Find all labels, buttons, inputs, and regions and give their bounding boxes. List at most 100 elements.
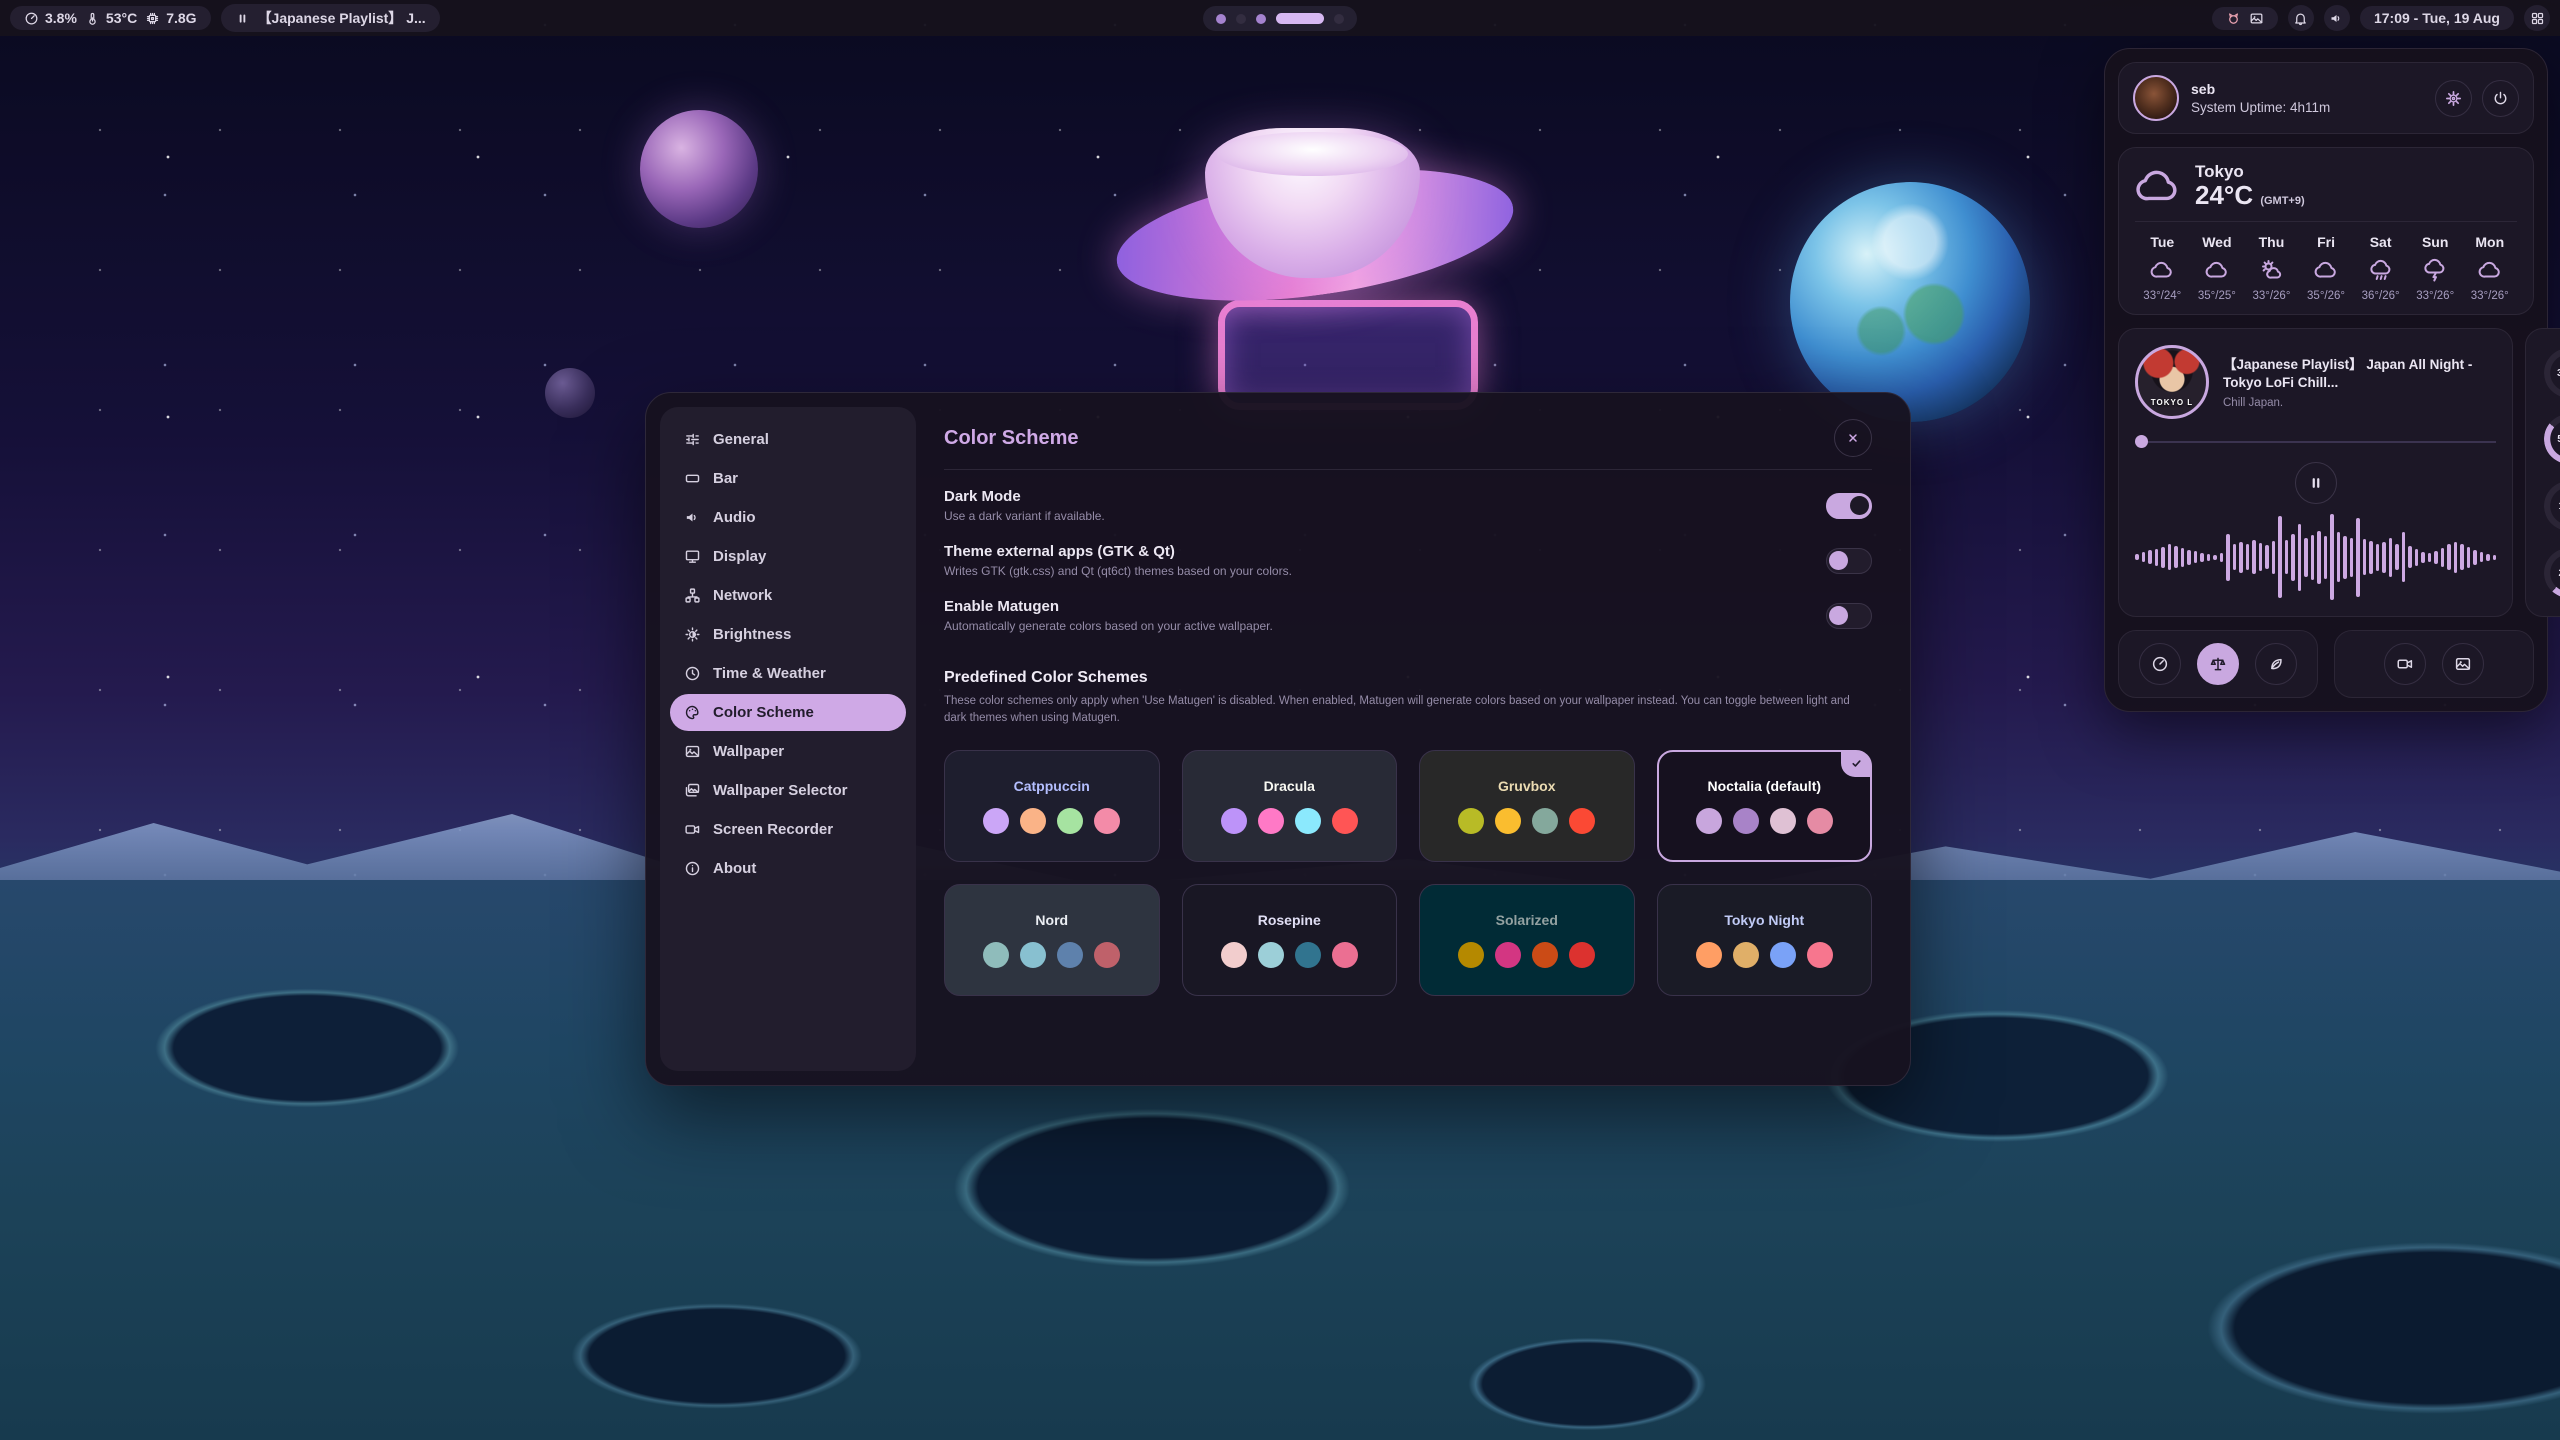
forecast-row: Tue 33°/24° Wed 35°/25° Thu 33°/26° Fri … (2135, 234, 2517, 302)
toggle-switch[interactable] (1826, 548, 1872, 574)
color-swatch (1770, 942, 1796, 968)
notifications-button[interactable] (2288, 5, 2314, 31)
visualizer-bar (2480, 552, 2484, 562)
tray-pill[interactable] (2212, 7, 2278, 30)
quick-button[interactable] (2197, 643, 2239, 685)
sidebar-item[interactable]: Time & Weather (670, 655, 906, 692)
quick-button-icon (2267, 655, 2285, 673)
quick-button[interactable] (2139, 643, 2181, 685)
sidebar-item-icon (684, 665, 701, 682)
sidebar-item[interactable]: About (670, 850, 906, 887)
forecast-temps: 33°/26° (2416, 290, 2454, 302)
close-button[interactable] (1834, 419, 1872, 457)
visualizer-bar (2220, 553, 2224, 562)
progress-handle[interactable] (2135, 435, 2148, 448)
small-moon (545, 368, 595, 418)
workspace-indicator[interactable] (1203, 6, 1357, 31)
scheme-card[interactable]: Rosepine (1182, 884, 1398, 996)
scheme-swatches (1221, 808, 1358, 834)
system-stat: 53°C (85, 10, 137, 26)
scheme-swatches (1221, 942, 1358, 968)
system-stats-pill[interactable]: 3.8% 53°C 7.8G (10, 6, 211, 30)
workspace-dot[interactable] (1256, 14, 1266, 24)
forecast-weather-icon (2478, 258, 2502, 282)
toggle-knob (1829, 551, 1848, 570)
visualizer-bar (2415, 549, 2419, 566)
scheme-card[interactable]: Catppuccin (944, 750, 1160, 862)
header-divider (944, 469, 1872, 470)
color-swatch (1221, 942, 1247, 968)
stat-ring: 14% (2544, 481, 2560, 531)
sidebar-item[interactable]: Network (670, 577, 906, 614)
sidebar-item[interactable]: Wallpaper (670, 733, 906, 770)
workspace-dot[interactable] (1216, 14, 1226, 24)
toggle-switch[interactable] (1826, 603, 1872, 629)
toggle-switch[interactable] (1826, 493, 1872, 519)
workspace-dot[interactable] (1334, 14, 1344, 24)
stat-icon (145, 11, 160, 26)
sidebar-item[interactable]: Audio (670, 499, 906, 536)
app-launcher-button[interactable] (2524, 5, 2550, 31)
color-swatch (1258, 808, 1284, 834)
scheme-card[interactable]: Gruvbox (1419, 750, 1635, 862)
setting-row: Dark Mode Use a dark variant if availabl… (944, 488, 1872, 523)
media-pill[interactable]: 【Japanese Playlist】 J... (221, 4, 440, 32)
workspace-dot[interactable] (1236, 14, 1246, 24)
play-pause-button[interactable] (2295, 462, 2337, 504)
sidebar-item-icon (684, 587, 701, 604)
workspace-dot[interactable] (1276, 13, 1324, 24)
volume-button[interactable] (2324, 5, 2350, 31)
forecast-day: Sun 33°/26° (2408, 234, 2463, 302)
visualizer-bar (2395, 544, 2399, 570)
quick-button[interactable] (2384, 643, 2426, 685)
sidebar-item[interactable]: Wallpaper Selector (670, 772, 906, 809)
color-swatch (1295, 942, 1321, 968)
scheme-name: Noctalia (default) (1707, 778, 1821, 794)
clock-pill[interactable]: 17:09 - Tue, 19 Aug (2360, 6, 2514, 30)
visualizer-bar (2369, 541, 2373, 574)
clock-text: 17:09 - Tue, 19 Aug (2374, 10, 2500, 26)
forecast-day-name: Tue (2150, 234, 2174, 250)
sidebar-item-icon (684, 860, 701, 877)
toggle-list: Dark Mode Use a dark variant if availabl… (944, 488, 1872, 653)
sidebar-item[interactable]: Bar (670, 460, 906, 497)
system-stat: 3.8% (24, 10, 77, 26)
setting-label: Enable Matugen (944, 598, 1273, 615)
sidebar-item[interactable]: General (670, 421, 906, 458)
visualizer-bar (2454, 542, 2458, 573)
forecast-day: Sat 36°/26° (2353, 234, 2408, 302)
forecast-weather-icon (2150, 258, 2174, 282)
tray-app-icon[interactable] (2226, 11, 2241, 26)
bell-icon (2293, 11, 2308, 26)
scheme-card[interactable]: Tokyo Night (1657, 884, 1873, 996)
sidebar-item-label: General (713, 431, 769, 448)
sidebar-item[interactable]: Display (670, 538, 906, 575)
track-progress[interactable] (2135, 435, 2496, 448)
scheme-swatches (1696, 808, 1833, 834)
system-stat: 7.8G (145, 10, 196, 26)
scheme-card[interactable]: Solarized (1419, 884, 1635, 996)
scheme-card[interactable]: Nord (944, 884, 1160, 996)
quick-button[interactable] (2442, 643, 2484, 685)
visualizer-bar (2473, 550, 2477, 565)
forecast-weather-icon (2205, 258, 2229, 282)
earth-planet (1790, 182, 2030, 422)
sidebar-item[interactable]: Brightness (670, 616, 906, 653)
visualizer-bar (2291, 534, 2295, 581)
scheme-card[interactable]: Noctalia (default) (1657, 750, 1873, 862)
scheme-name: Gruvbox (1498, 778, 1556, 794)
settings-button[interactable] (2435, 80, 2472, 117)
scheme-card[interactable]: Dracula (1182, 750, 1398, 862)
weather-city: Tokyo (2195, 162, 2305, 182)
sidebar-item[interactable]: Color Scheme (670, 694, 906, 731)
weather-card: Tokyo 24°C (GMT+9) Tue 33°/24° Wed 35°/2… (2118, 147, 2534, 315)
weather-divider (2135, 221, 2517, 222)
color-swatch (1807, 808, 1833, 834)
stat-ring: 24% (2544, 548, 2560, 598)
tray-image-icon[interactable] (2249, 11, 2264, 26)
color-swatch (1532, 942, 1558, 968)
power-button[interactable] (2482, 80, 2519, 117)
stat-value: 53°C (106, 10, 137, 26)
quick-button[interactable] (2255, 643, 2297, 685)
sidebar-item[interactable]: Screen Recorder (670, 811, 906, 848)
